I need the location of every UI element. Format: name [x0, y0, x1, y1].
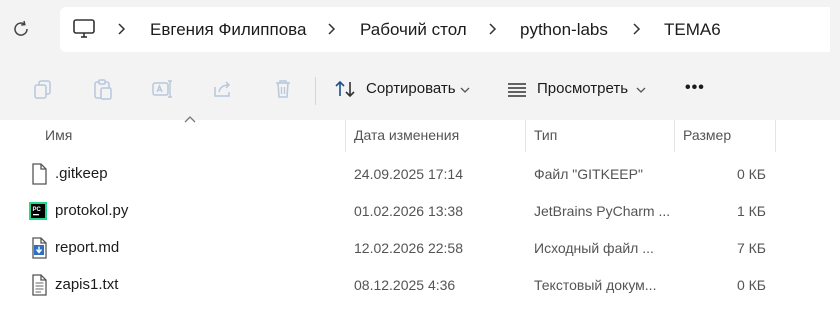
sort-ascending-icon[interactable]	[184, 114, 196, 124]
command-bar: Сортировать Просмотреть •••	[0, 62, 840, 120]
breadcrumb-desktop[interactable]: Рабочий стол	[360, 19, 467, 41]
column-separator[interactable]	[674, 120, 675, 152]
breadcrumb-python-labs[interactable]: python-labs	[520, 19, 608, 41]
file-date: 01.02.2026 13:38	[354, 203, 463, 219]
file-size: 0 КБ	[736, 166, 766, 182]
markdown-file-icon	[32, 237, 47, 259]
computer-icon[interactable]	[72, 18, 96, 40]
file-type: Текстовый докум...	[534, 277, 657, 293]
file-name: .gitkeep	[55, 165, 108, 182]
column-separator[interactable]	[345, 120, 346, 152]
column-header-type[interactable]: Тип	[534, 126, 557, 144]
file-row[interactable]: zapis1.txt 08.12.2025 4:36 Текстовый док…	[0, 267, 840, 303]
paste-icon[interactable]	[91, 77, 115, 101]
chevron-down-icon	[460, 87, 470, 93]
chevron-down-icon	[636, 87, 646, 93]
column-header-size[interactable]: Размер	[683, 126, 731, 144]
copy-icon[interactable]	[31, 77, 55, 101]
file-date: 12.02.2026 22:58	[354, 240, 463, 256]
sort-icon	[335, 80, 355, 98]
sort-label: Сортировать	[366, 80, 456, 97]
more-options-icon: •••	[685, 79, 705, 96]
column-separator[interactable]	[775, 120, 776, 152]
share-icon[interactable]	[211, 77, 235, 101]
file-name: protokol.py	[55, 202, 129, 219]
rename-icon[interactable]	[150, 77, 174, 101]
delete-icon[interactable]	[271, 77, 295, 101]
file-size: 0 КБ	[736, 277, 766, 293]
text-file-icon	[32, 274, 47, 296]
file-date: 08.12.2025 4:36	[354, 277, 456, 293]
view-label: Просмотреть	[537, 80, 629, 97]
blank-file-icon	[32, 163, 47, 185]
column-header-row: Имя Дата изменения Тип Размер	[0, 116, 840, 152]
file-type: Исходный файл ...	[534, 240, 654, 256]
toolbar-divider	[315, 77, 316, 105]
address-row: Евгения Филиппова Рабочий стол python-la…	[0, 0, 840, 62]
file-type: Файл "GITKEEP"	[534, 166, 643, 182]
chevron-right-icon[interactable]	[487, 19, 499, 39]
file-name: zapis1.txt	[55, 276, 119, 293]
file-date: 24.09.2025 17:14	[354, 166, 463, 182]
pycharm-file-icon: PC	[29, 202, 47, 220]
column-separator[interactable]	[525, 120, 526, 152]
file-row[interactable]: .gitkeep 24.09.2025 17:14 Файл "GITKEEP"…	[0, 156, 840, 192]
file-list: Имя Дата изменения Тип Размер .gitkeep 2…	[0, 116, 840, 312]
file-row[interactable]: PC protokol.py 01.02.2026 13:38 JetBrain…	[0, 193, 840, 229]
breadcrumb-tema6[interactable]: TEMA6	[664, 19, 721, 41]
column-header-name[interactable]: Имя	[45, 126, 72, 144]
refresh-icon[interactable]	[10, 18, 32, 40]
chevron-right-icon[interactable]	[326, 19, 338, 39]
svg-text:PC: PC	[33, 207, 42, 213]
view-list-icon	[508, 83, 526, 97]
chevron-right-icon[interactable]	[116, 19, 128, 39]
file-type: JetBrains PyCharm ...	[534, 203, 671, 219]
file-name: report.md	[55, 239, 120, 256]
file-size: 7 КБ	[736, 240, 766, 256]
column-header-date[interactable]: Дата изменения	[354, 126, 459, 144]
sort-button[interactable]: Сортировать	[334, 76, 474, 102]
breadcrumb-user[interactable]: Евгения Филиппова	[150, 19, 306, 41]
file-row[interactable]: report.md 12.02.2026 22:58 Исходный файл…	[0, 230, 840, 266]
file-size: 1 КБ	[736, 203, 766, 219]
chevron-right-icon[interactable]	[631, 19, 643, 39]
more-options-button[interactable]: •••	[682, 76, 712, 102]
view-button[interactable]: Просмотреть	[506, 76, 652, 102]
